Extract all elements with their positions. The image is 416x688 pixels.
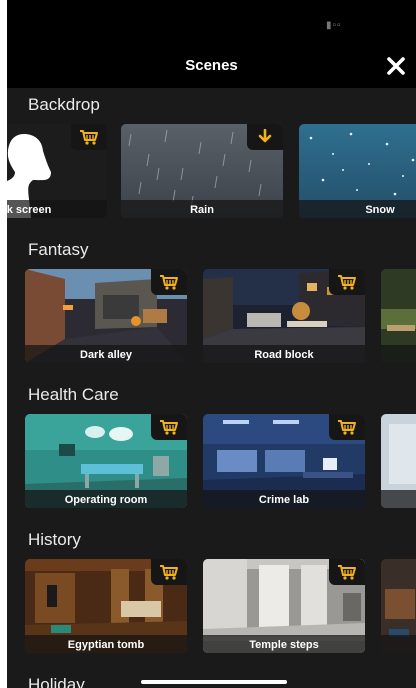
scene-card-egyptian-tomb[interactable]: Egyptian tomb: [25, 559, 187, 653]
close-button[interactable]: [384, 54, 408, 78]
scene-card-temple-steps[interactable]: Temple steps: [203, 559, 365, 653]
cart-icon: [160, 565, 178, 580]
scenes-screen: ▮▫▫ Scenes Backdrop k screen Rain Snow F…: [7, 0, 416, 688]
scene-row-health-care[interactable]: Operating room Crime lab: [7, 414, 416, 510]
scene-row-fantasy[interactable]: Dark alley Road block: [7, 269, 416, 365]
download-badge: [247, 124, 283, 150]
cart-icon: [338, 275, 356, 290]
scene-card-crime-lab[interactable]: Crime lab: [203, 414, 365, 508]
section-title-history: History: [28, 530, 81, 549]
page-title: Scenes: [185, 57, 238, 74]
download-icon: [258, 129, 272, 143]
scene-card-rain[interactable]: Rain: [121, 124, 283, 218]
section-title-backdrop: Backdrop: [28, 95, 100, 114]
scene-label: Dark alley: [80, 349, 132, 361]
scene-label: Egyptian tomb: [67, 639, 145, 651]
header-bar: Scenes: [7, 46, 416, 88]
cart-badge: [151, 559, 187, 585]
status-indicator: ▮▫▫: [326, 20, 342, 31]
scene-card-dark-alley[interactable]: Dark alley: [25, 269, 187, 363]
scene-row-history[interactable]: Egyptian tomb Temple steps: [7, 559, 416, 655]
scene-label: Snow: [365, 204, 395, 216]
cart-badge: [151, 269, 187, 295]
scene-card-blank-screen[interactable]: ck screen: [7, 124, 107, 218]
cart-badge: [329, 559, 365, 585]
cart-icon: [338, 420, 356, 435]
cart-icon: [160, 420, 178, 435]
scene-label: Road block: [254, 349, 314, 361]
scene-card-health-care-next[interactable]: [381, 414, 416, 508]
scene-label: Temple steps: [249, 639, 319, 651]
cart-icon: [338, 565, 356, 580]
cart-icon: [160, 275, 178, 290]
home-indicator[interactable]: [141, 680, 287, 684]
cart-badge: [329, 414, 365, 440]
scene-label: Operating room: [64, 494, 148, 506]
scene-label: Rain: [190, 204, 214, 216]
close-icon: [387, 57, 405, 75]
scene-label: ck screen: [7, 204, 52, 216]
scene-label: Crime lab: [258, 494, 310, 506]
scene-card-fantasy-next[interactable]: [381, 269, 416, 363]
cart-badge: [329, 269, 365, 295]
scene-card-road-block[interactable]: Road block: [203, 269, 365, 363]
scene-card-history-next[interactable]: [381, 559, 416, 653]
scene-card-operating-room[interactable]: Operating room: [25, 414, 187, 508]
section-title-holiday: Holiday: [28, 675, 85, 688]
cart-icon: [80, 130, 98, 145]
scene-row-backdrop[interactable]: ck screen Rain: [7, 124, 416, 220]
cart-badge: [151, 414, 187, 440]
scene-card-snow[interactable]: Snow: [299, 124, 416, 218]
section-title-fantasy: Fantasy: [28, 240, 89, 259]
section-title-health-care: Health Care: [28, 385, 119, 404]
status-bar: ▮▫▫: [7, 0, 416, 46]
cart-badge: [71, 124, 107, 150]
